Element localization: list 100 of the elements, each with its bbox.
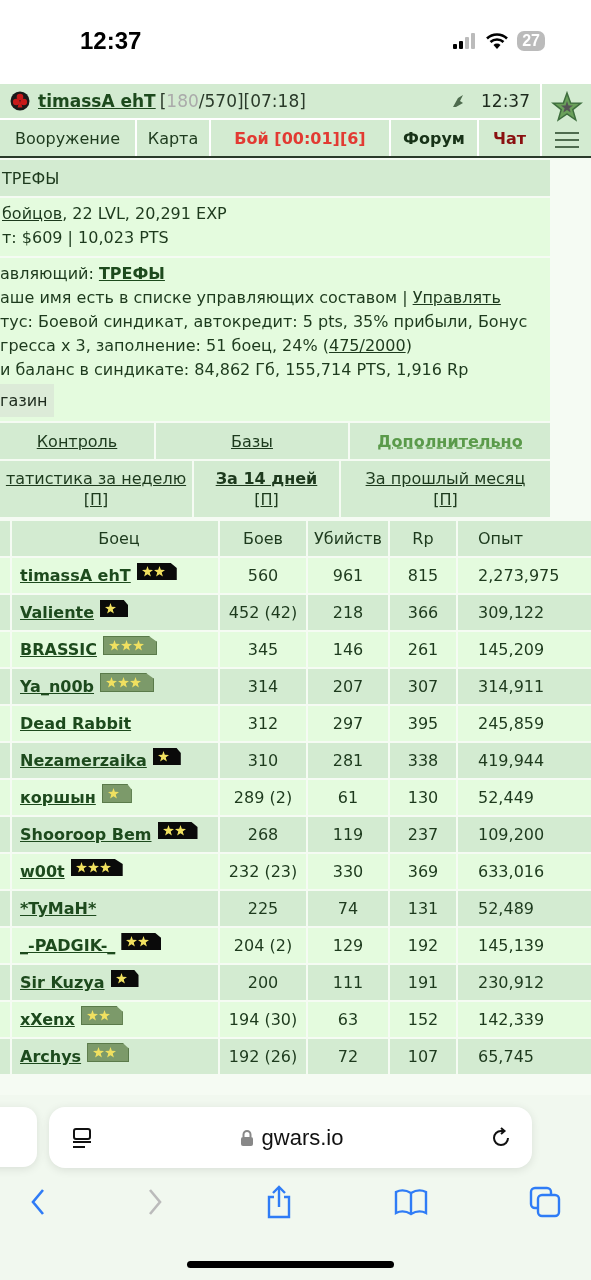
- table-cell: 111: [308, 965, 388, 1000]
- fill-link[interactable]: 475/2000: [328, 336, 406, 355]
- table-cell: 261: [390, 632, 456, 667]
- table-cell: 312: [220, 706, 306, 741]
- lock-icon: [239, 1128, 254, 1147]
- star-icon: [106, 677, 118, 688]
- table-cell: [0, 743, 10, 778]
- period-link[interactable]: П: [260, 490, 273, 509]
- table-cell: 309,122: [458, 595, 591, 630]
- fighter-link[interactable]: Archys: [20, 1047, 82, 1066]
- table-cell: 72: [308, 1039, 388, 1074]
- table-cell: [0, 817, 10, 852]
- table-cell: [0, 521, 10, 556]
- table-cell: 330: [308, 854, 388, 889]
- table-cell: 146: [308, 632, 388, 667]
- fighter-link[interactable]: xXenx: [20, 1010, 75, 1029]
- period-tab[interactable]: татистика за неделю: [5, 469, 187, 488]
- menu-icon: [553, 131, 580, 149]
- signal-icon: [453, 33, 478, 49]
- period-tab[interactable]: За прошлый месяц: [365, 469, 526, 488]
- table-cell: 307: [390, 669, 456, 704]
- table-cell: 815: [390, 558, 456, 593]
- star-icon: [115, 973, 127, 984]
- table-cell: [0, 595, 10, 630]
- fill-text: гресса x 3, заполнение: 51 боец, 24% (: [0, 336, 329, 355]
- manage-link[interactable]: Управлять: [412, 288, 501, 307]
- nav-tab[interactable]: Вооружение: [0, 120, 135, 156]
- star-icon: [107, 788, 119, 799]
- table-cell: 369: [390, 854, 456, 889]
- table-cell: 65,745: [458, 1039, 591, 1074]
- star-icon: [108, 640, 120, 651]
- reload-icon: [490, 1126, 512, 1149]
- table-cell: 230,912: [458, 965, 591, 1000]
- nav-tab[interactable]: Карта: [137, 120, 209, 156]
- table-cell: 314: [220, 669, 306, 704]
- table-cell: 310: [220, 743, 306, 778]
- shop-button[interactable]: газин: [0, 384, 54, 417]
- balance-text: и баланс в синдикате: 84,862 Гб, 155,714 PTS, 1,916 Rp: [0, 360, 469, 379]
- bracket-text: ]: [451, 490, 458, 509]
- star-icon: [120, 640, 132, 651]
- table-cell: 297: [308, 706, 388, 741]
- star-icon: [141, 566, 153, 577]
- fighter-link[interactable]: Ya_n00b: [20, 677, 95, 696]
- table-cell: 245,859: [458, 706, 591, 741]
- section-tab[interactable]: Базы: [231, 431, 273, 451]
- table-cell: 338: [390, 743, 456, 778]
- table-cell: 145,209: [458, 632, 591, 667]
- table-cell: 109,200: [458, 817, 591, 852]
- column-header: Боев: [220, 521, 306, 556]
- table-cell: 218: [308, 595, 388, 630]
- table-cell: 194 (30): [220, 1002, 306, 1037]
- table-cell: 131: [390, 891, 456, 926]
- star-icon: [86, 1010, 98, 1021]
- battery-level: 27: [517, 31, 545, 51]
- table-cell: 314,911: [458, 669, 591, 704]
- table-cell: 200: [220, 965, 306, 1000]
- player-link[interactable]: timassA ehT: [38, 91, 156, 111]
- table-cell: [0, 669, 10, 704]
- star-icon: [162, 825, 174, 836]
- table-cell: 129: [308, 928, 388, 963]
- table-cell: 107: [390, 1039, 456, 1074]
- star-icon: [99, 862, 111, 873]
- table-cell: 281: [308, 743, 388, 778]
- club-icon: [10, 91, 30, 111]
- table-cell: 633,016: [458, 854, 591, 889]
- table-cell: 268: [220, 817, 306, 852]
- period-link[interactable]: П: [439, 490, 452, 509]
- address-bar[interactable]: gwars.io: [49, 1107, 532, 1168]
- table-cell: 145,139: [458, 928, 591, 963]
- table-cell: 419,944: [458, 743, 591, 778]
- book-icon: [393, 1188, 428, 1216]
- fighter-link[interactable]: Valiente: [20, 603, 94, 622]
- star-icon: [87, 862, 99, 873]
- table-cell: [0, 965, 10, 1000]
- table-cell: 152: [390, 1002, 456, 1037]
- table-cell: 61: [308, 780, 388, 815]
- url-text: gwars.io: [261, 1124, 344, 1151]
- table-cell: 232 (23): [220, 854, 306, 889]
- members-link[interactable]: бойцов: [2, 204, 63, 223]
- fighter-link[interactable]: w00t: [20, 862, 65, 881]
- nav-tab[interactable]: Форум: [391, 120, 477, 156]
- table-cell: 237: [390, 817, 456, 852]
- bracket-text: [: [83, 490, 90, 509]
- star-logo-icon: [550, 91, 583, 123]
- syndicate-title: ТРЕФЫ: [0, 160, 550, 196]
- leader-link[interactable]: ТРЕФЫ: [98, 264, 165, 283]
- forward-icon: [147, 1188, 164, 1216]
- manage-text: аше имя есть в списке управляющих составом |: [0, 288, 409, 307]
- table-cell: 204 (2): [220, 928, 306, 963]
- period-link[interactable]: П: [90, 490, 102, 509]
- column-header: Опыт: [458, 521, 591, 556]
- bracket-text: ]: [272, 490, 279, 509]
- reader-icon: [71, 1126, 93, 1149]
- arrow-icon: [451, 93, 465, 109]
- period-tab[interactable]: За 14 дней: [215, 469, 318, 488]
- table-cell: 192: [390, 928, 456, 963]
- table-cell: 366: [390, 595, 456, 630]
- leader-label: авляющий:: [0, 264, 95, 283]
- star-icon: [132, 640, 144, 651]
- nav-tab[interactable]: Чат: [479, 120, 540, 156]
